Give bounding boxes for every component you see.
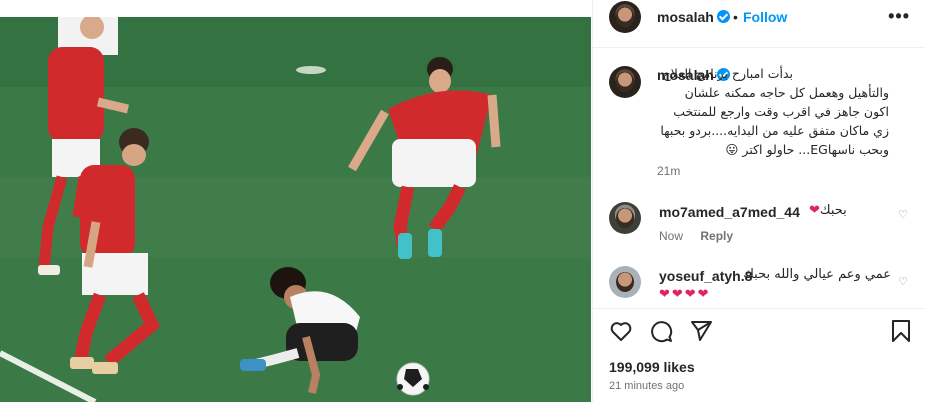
caption-avatar[interactable]: [609, 66, 641, 98]
separator-dot: •: [733, 9, 738, 25]
verified-badge-icon: [716, 10, 730, 23]
commenter-avatar[interactable]: [609, 202, 641, 234]
comment-text: بحبك❤: [809, 203, 847, 218]
comment-heart-emoji: ❤: [809, 203, 820, 218]
caption-timestamp: 21m: [657, 164, 681, 178]
more-options-icon[interactable]: •••: [888, 6, 910, 27]
post-header: mosalah • Follow •••: [593, 0, 925, 48]
likes-count[interactable]: 199,099 likes: [609, 359, 695, 375]
commenter-avatar[interactable]: [609, 266, 641, 298]
reply-button[interactable]: Reply: [700, 229, 733, 243]
post-sidebar: mosalah • Follow ••• mosalah بدأت امبارح…: [592, 0, 925, 402]
comment-meta: Now Reply: [659, 229, 747, 243]
comment-text: عمي وعم عيالي والله بحبك: [743, 267, 891, 282]
author-avatar[interactable]: [609, 1, 641, 33]
post-actions: [593, 308, 925, 352]
comment-heart-emoji: ❤❤❤❤: [659, 286, 711, 301]
soccer-ball-icon: [396, 362, 430, 396]
like-comment-icon[interactable]: ♡: [898, 275, 908, 288]
share-icon[interactable]: [689, 319, 713, 343]
post-timestamp: 21 minutes ago: [609, 380, 685, 392]
commenter-username[interactable]: mo7amed_a7med_44: [659, 204, 800, 220]
like-comment-icon[interactable]: ♡: [898, 208, 908, 221]
comment-icon[interactable]: [649, 319, 673, 343]
heart-icon[interactable]: [609, 319, 633, 343]
follow-button[interactable]: Follow: [743, 9, 787, 25]
post-photo[interactable]: [0, 17, 591, 402]
author-username[interactable]: mosalah: [657, 9, 730, 25]
comment-time: Now: [659, 229, 684, 243]
caption-text: بدأت امبارح برنامج العلاج والتأهيل وهعمل…: [660, 66, 889, 157]
football-match-image: [0, 17, 591, 402]
bookmark-icon[interactable]: [890, 319, 912, 343]
